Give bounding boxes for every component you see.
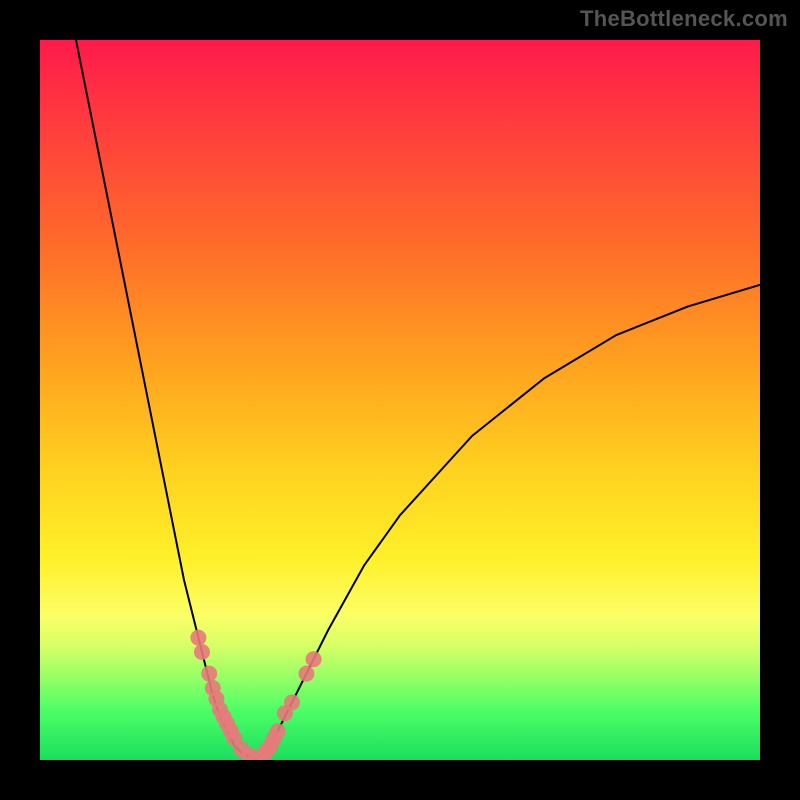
watermark-label: TheBottleneck.com [580, 6, 788, 32]
overlay-dot [298, 666, 314, 682]
chart-svg [40, 40, 760, 760]
series-left-branch [76, 40, 256, 760]
overlay-dot [306, 651, 322, 667]
overlay-dot [194, 644, 210, 660]
overlay-dot [270, 723, 286, 739]
chart-frame: TheBottleneck.com [0, 0, 800, 800]
overlay-dot [284, 694, 300, 710]
overlay-dot [190, 630, 206, 646]
overlay-dot [201, 666, 217, 682]
series-right-branch [256, 285, 760, 760]
plot-area [40, 40, 760, 760]
overlay-dots [190, 630, 321, 760]
